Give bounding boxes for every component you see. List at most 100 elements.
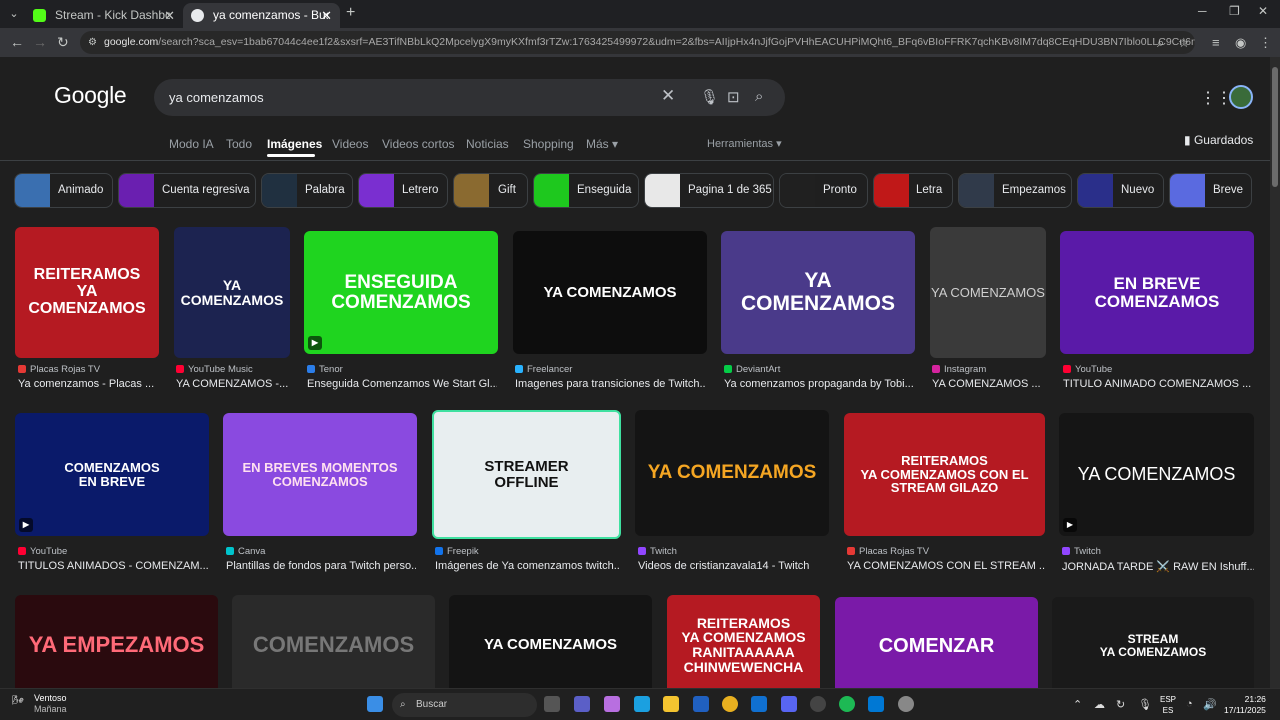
result-title[interactable]: Ya comenzamos propaganda by Tobi... (724, 378, 914, 390)
outlook-icon[interactable] (751, 696, 767, 712)
network-icon[interactable]: ◔ (1186, 698, 1193, 710)
profile-icon[interactable]: ◉ (1235, 35, 1246, 51)
tab-modo-ia[interactable]: Modo IA (169, 137, 214, 151)
tab-videos-cortos[interactable]: Videos cortos (382, 137, 455, 151)
weather-widget[interactable]: 🌬 Ventoso Mañana (12, 693, 67, 715)
file-explorer-icon[interactable] (663, 696, 679, 712)
tray-chevron-icon[interactable]: ⌃ (1073, 698, 1082, 711)
result-image[interactable]: YA COMENZAMOS (930, 227, 1046, 358)
windows-start-icon[interactable] (367, 696, 383, 712)
result-title[interactable]: Plantillas de fondos para Twitch perso..… (226, 560, 416, 572)
result-title[interactable]: YA COMENZAMOS ... (932, 378, 1047, 390)
tab-search-icon[interactable]: ⌄ (5, 5, 23, 23)
result-image[interactable]: EN BREVE COMENZAMOS (1060, 231, 1254, 354)
chip-pronto[interactable]: Pronto (779, 173, 868, 208)
result-image[interactable]: REITERAMOS YA COMENZAMOS CON EL STREAM GIL… (844, 413, 1045, 536)
volume-icon[interactable]: 🔊 (1203, 698, 1217, 711)
result-image[interactable]: YA COMENZAMOS (635, 410, 829, 536)
zoom-icon[interactable]: ⌕ (1157, 35, 1164, 51)
result-title[interactable]: TITULOS ANIMADOS - COMENZAM... (18, 560, 208, 572)
result-title[interactable]: YA COMENZAMOS -... (176, 378, 291, 390)
tab-mas[interactable]: Más ▾ (586, 137, 618, 151)
teams-icon[interactable] (574, 696, 590, 712)
tab-shopping[interactable]: Shopping (523, 137, 574, 151)
store-icon[interactable] (693, 696, 709, 712)
result-source[interactable]: Freelancer (515, 364, 572, 375)
result-source[interactable]: Placas Rojas TV (18, 364, 100, 375)
result-source[interactable]: YouTube (1063, 364, 1112, 375)
result-source[interactable]: Instagram (932, 364, 986, 375)
result-image[interactable]: ENSEGUIDA COMENZAMOS ▶ (304, 231, 498, 354)
chip-cuenta-regresiva[interactable]: Cuenta regresiva (118, 173, 256, 208)
result-source[interactable]: Placas Rojas TV (847, 546, 929, 557)
result-image[interactable]: YA EMPEZAMOS (15, 595, 218, 688)
tab-noticias[interactable]: Noticias (466, 137, 509, 151)
obs-icon[interactable] (810, 696, 826, 712)
restore-icon[interactable]: ❐ (1229, 4, 1240, 18)
result-image[interactable]: REITERAMOS YA COMENZAMOS (15, 227, 159, 358)
result-image[interactable]: YA COMENZAMOS ▶ (1059, 413, 1254, 536)
forward-icon[interactable]: → (33, 34, 47, 50)
sync-icon[interactable]: ↻ (1116, 698, 1125, 711)
result-title[interactable]: Ya comenzamos - Placas ... (18, 378, 158, 390)
search-icon[interactable]: ⌕ (755, 88, 763, 105)
result-image[interactable]: STREAM YA COMENZAMOS (1052, 597, 1254, 688)
edge-icon[interactable] (634, 696, 650, 712)
result-image[interactable]: STREAMER OFFLINE (432, 410, 621, 539)
spotify-icon[interactable] (839, 696, 855, 712)
scrollbar-thumb[interactable] (1272, 67, 1278, 187)
close-tab-icon[interactable]: ✕ (164, 3, 175, 28)
search-input[interactable]: ya comenzamos (169, 90, 264, 105)
close-tab-icon[interactable]: ✕ (321, 3, 332, 28)
bookmark-star-icon[interactable]: ☆ (1178, 35, 1190, 51)
language-indicator[interactable]: ESP ES (1160, 694, 1176, 716)
minimize-icon[interactable]: ─ (1198, 4, 1207, 18)
chip-palabra[interactable]: Palabra (261, 173, 353, 208)
close-window-icon[interactable]: ✕ (1258, 4, 1268, 18)
result-title[interactable]: Enseguida Comenzamos We Start Gl... (307, 378, 497, 390)
result-image[interactable]: YA COMENZAMOS (513, 231, 707, 354)
reload-icon[interactable]: ↻ (57, 34, 69, 51)
result-image[interactable]: YA COMENZAMOS (721, 231, 915, 354)
new-tab-icon[interactable]: + (346, 4, 355, 22)
result-image[interactable]: REITERAMOS YA COMENZAMOS RANITAAAAAA CHINWE… (667, 595, 820, 688)
tab-todo[interactable]: Todo (226, 137, 252, 151)
browser-menu-icon[interactable]: ⋮ (1259, 35, 1272, 51)
result-title[interactable]: TITULO ANIMADO COMENZAMOS ... (1063, 378, 1253, 390)
search-box[interactable]: ya comenzamos ✕ 🎙 ⊡ ⌕ (154, 79, 785, 116)
result-title[interactable]: Videos de cristianzavala14 - Twitch (638, 560, 828, 572)
result-title[interactable]: Imagenes para transiciones de Twitch... (515, 378, 705, 390)
result-source[interactable]: YouTube Music (176, 364, 253, 375)
microphone-tray-icon[interactable]: 🎙 (1138, 698, 1152, 711)
result-image[interactable]: COMENZAMOS EN BREVE ▶ (15, 413, 209, 536)
chip-pagina-1-de-365[interactable]: Pagina 1 de 365 (644, 173, 774, 208)
microphone-icon[interactable]: 🎙 (700, 88, 719, 106)
task-view-icon[interactable] (544, 696, 560, 712)
result-source[interactable]: YouTube (18, 546, 67, 557)
copilot-icon[interactable] (604, 696, 620, 712)
clear-search-icon[interactable]: ✕ (661, 86, 675, 106)
result-image[interactable]: EN BREVES MOMENTOS COMENZAMOS (223, 413, 417, 536)
tab-imagenes[interactable]: Imágenes (267, 137, 322, 151)
chip-breve[interactable]: Breve (1169, 173, 1252, 208)
app-icon[interactable] (868, 696, 884, 712)
result-source[interactable]: DeviantArt (724, 364, 780, 375)
back-icon[interactable]: ← (10, 34, 24, 50)
tab-search-list-icon[interactable]: ≡ (1212, 35, 1220, 50)
taskbar-search[interactable]: ⌕ Buscar (392, 693, 537, 717)
chrome-icon[interactable] (722, 696, 738, 712)
discord-icon[interactable] (781, 696, 797, 712)
chip-letrero[interactable]: Letrero (358, 173, 448, 208)
page-scrollbar[interactable] (1270, 57, 1280, 688)
url-field[interactable]: ⚙ google.com/search?sca_esv=1bab67044c4e… (80, 31, 1195, 54)
result-image[interactable]: YA COMENZAMOS (174, 227, 290, 358)
result-image[interactable]: COMENZAR (835, 597, 1038, 688)
result-source[interactable]: Twitch (1062, 546, 1101, 557)
saved-button[interactable]: ▮ Guardados (1184, 133, 1253, 147)
onedrive-icon[interactable]: ☁ (1094, 698, 1105, 711)
result-image[interactable]: YA COMENZAMOS (449, 595, 652, 688)
account-avatar[interactable] (1229, 85, 1253, 109)
chip-nuevo[interactable]: Nuevo (1077, 173, 1164, 208)
chip-animado[interactable]: Animado (14, 173, 113, 208)
result-source[interactable]: Tenor (307, 364, 343, 375)
